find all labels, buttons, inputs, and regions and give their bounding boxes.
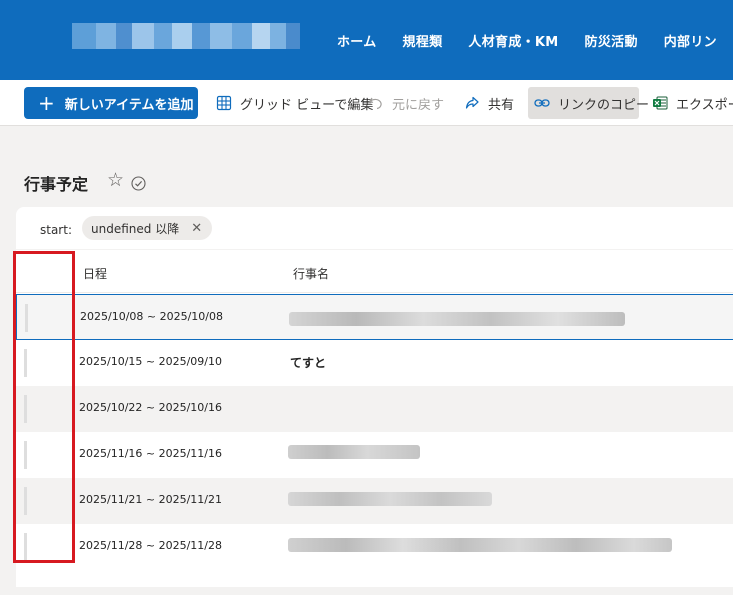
share-icon xyxy=(465,96,479,109)
list-header: 日程 行事名 xyxy=(16,249,733,293)
row-date: 2025/10/15 ~ 2025/09/10 xyxy=(79,355,223,368)
site-logo-pixelated[interactable] xyxy=(72,23,300,49)
row-select-handle[interactable] xyxy=(25,304,28,332)
star-outline-icon[interactable]: ☆ xyxy=(107,171,124,190)
nav-disaster-prevention[interactable]: 防災活動 xyxy=(572,31,651,50)
export-button[interactable]: エクスポート xyxy=(646,87,733,119)
copy-link-button[interactable]: リンクのコピー xyxy=(528,87,649,119)
column-header-event-name[interactable]: 行事名 xyxy=(293,265,329,282)
new-item-label: 新しいアイテムを追加 xyxy=(64,97,194,113)
row-select-handle[interactable] xyxy=(24,395,27,423)
table-row[interactable]: 2025/10/08 ~ 2025/10/08 xyxy=(16,294,733,340)
plus-icon: + xyxy=(38,91,55,115)
table-row[interactable]: 2025/10/22 ~ 2025/10/16 xyxy=(16,386,733,432)
table-row[interactable]: 2025/11/16 ~ 2025/11/16 xyxy=(16,432,733,478)
close-icon[interactable]: ✕ xyxy=(191,221,202,236)
redacted-text xyxy=(288,445,420,459)
nav-home[interactable]: ホーム xyxy=(324,31,390,50)
suite-bar: ホーム 規程類 人材育成・KM 防災活動 内部リン xyxy=(0,0,733,80)
redacted-text xyxy=(288,538,672,552)
command-bar: + 新しいアイテムを追加 グリッド ビューで編集 元に戻す 共有 リンクのコピー… xyxy=(0,80,733,126)
share-button[interactable]: 共有 xyxy=(458,87,520,119)
row-date: 2025/11/28 ~ 2025/11/28 xyxy=(79,539,223,552)
check-circle-icon[interactable] xyxy=(131,176,146,191)
filter-label: start: xyxy=(40,223,72,237)
redacted-text xyxy=(288,492,492,506)
nav-regulations[interactable]: 規程類 xyxy=(390,31,456,50)
grid-edit-label: グリッド ビューで編集 xyxy=(240,97,374,113)
row-select-handle[interactable] xyxy=(24,441,27,469)
nav-internal-links[interactable]: 内部リン xyxy=(651,31,730,50)
row-date: 2025/10/08 ~ 2025/10/08 xyxy=(80,310,224,323)
column-header-schedule[interactable]: 日程 xyxy=(83,265,107,282)
list-title: 行事予定 xyxy=(24,175,89,194)
undo-button[interactable]: 元に戻す xyxy=(362,87,450,119)
undo-icon xyxy=(369,97,382,110)
row-event-name: てすと xyxy=(290,356,327,370)
copy-link-label: リンクのコピー xyxy=(558,97,650,113)
row-date: 2025/11/21 ~ 2025/11/21 xyxy=(79,493,223,506)
row-date: 2025/10/22 ~ 2025/10/16 xyxy=(79,401,223,414)
filter-pill-text: undefined 以降 xyxy=(91,221,180,236)
list-view: start: undefined 以降 ✕ 日程 行事名 2025/10/08 … xyxy=(16,207,733,587)
new-item-button[interactable]: + 新しいアイテムを追加 xyxy=(24,87,198,119)
redacted-text xyxy=(289,312,625,326)
table-row[interactable]: 2025/11/21 ~ 2025/11/21 xyxy=(16,478,733,524)
nav-training-km[interactable]: 人材育成・KM xyxy=(455,31,571,50)
undo-label: 元に戻す xyxy=(392,97,445,113)
table-row[interactable]: 2025/10/15 ~ 2025/09/10 てすと xyxy=(16,340,733,386)
row-select-handle[interactable] xyxy=(24,487,27,515)
share-label: 共有 xyxy=(488,97,515,113)
row-select-handle[interactable] xyxy=(24,349,27,377)
grid-icon xyxy=(216,95,232,111)
table-row[interactable]: 2025/11/28 ~ 2025/11/28 xyxy=(16,524,733,570)
top-navigation: ホーム 規程類 人材育成・KM 防災活動 内部リン xyxy=(324,0,730,80)
excel-icon xyxy=(653,96,668,110)
export-label: エクスポート xyxy=(676,97,733,113)
grid-edit-button[interactable]: グリッド ビューで編集 xyxy=(210,87,379,119)
row-select-handle[interactable] xyxy=(24,533,27,561)
link-icon xyxy=(534,99,550,107)
filter-pill[interactable]: undefined 以降 ✕ xyxy=(82,216,213,240)
row-date: 2025/11/16 ~ 2025/11/16 xyxy=(79,447,223,460)
